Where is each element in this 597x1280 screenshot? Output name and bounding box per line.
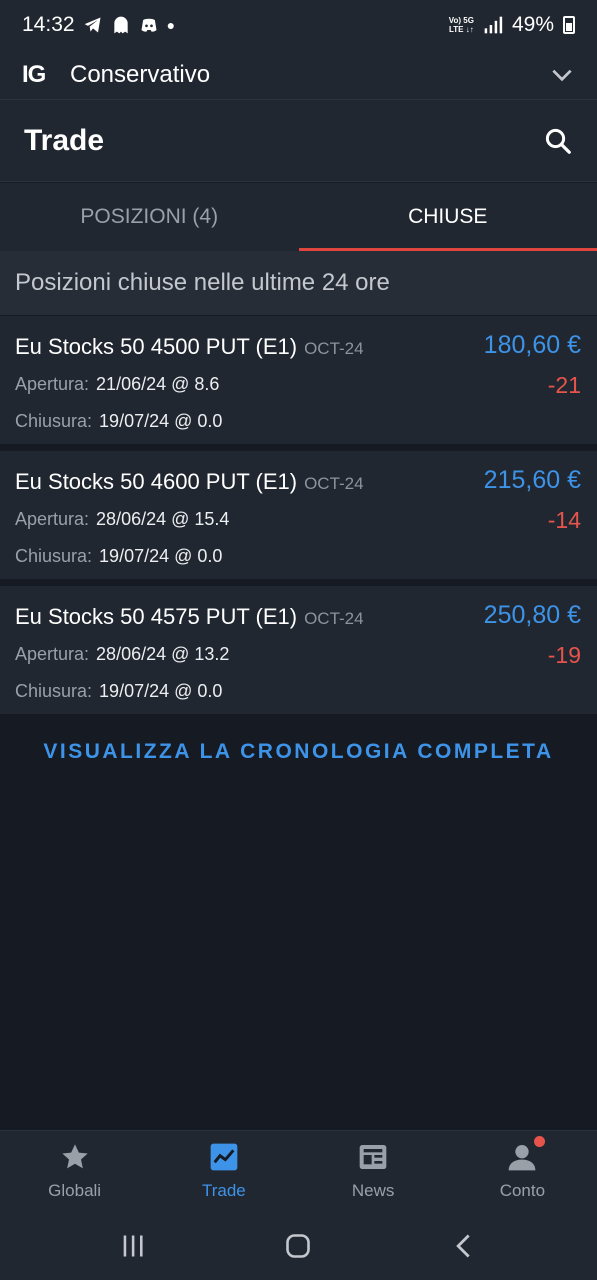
position-pl: -21: [547, 372, 581, 398]
position-name: Eu Stocks 50 4600 PUT (E1): [15, 469, 298, 494]
ghost-app-icon: [113, 16, 128, 34]
account-selector[interactable]: IG Conservativo: [0, 50, 597, 100]
nav-item-globali[interactable]: Globali: [0, 1131, 149, 1212]
nav-label: News: [351, 1181, 395, 1200]
nav-label: Trade: [201, 1181, 246, 1200]
position-price: 180,60 €: [483, 331, 581, 359]
nav-item-news[interactable]: News: [299, 1131, 448, 1212]
battery-percent: 49%: [511, 13, 554, 36]
position-name: Eu Stocks 50 4500 PUT (E1): [15, 334, 298, 359]
chart-icon: [210, 1143, 238, 1171]
position-close-row: Chiusura: 19/07/24 @ 0.0: [15, 681, 222, 702]
close-value: 19/07/24 @ 0.0: [99, 681, 223, 701]
position-title-row: Eu Stocks 50 4575 PUT (E1) OCT-24: [15, 604, 364, 630]
position-title-row: Eu Stocks 50 4500 PUT (E1) OCT-24: [15, 334, 364, 360]
nav-item-conto[interactable]: Conto: [448, 1131, 597, 1212]
system-navigation: [0, 1212, 597, 1280]
close-label: Chiusura:: [15, 546, 93, 566]
home-icon[interactable]: [284, 1232, 312, 1260]
position-title-row: Eu Stocks 50 4600 PUT (E1) OCT-24: [15, 469, 364, 495]
position-expiry: OCT-24: [304, 609, 364, 628]
close-label: Chiusura:: [15, 681, 93, 701]
discord-icon: [141, 18, 157, 32]
position-open-row: Apertura: 21/06/24 @ 8.6: [15, 374, 219, 395]
network-top-label: Vo) 5G: [448, 16, 474, 25]
position-open-row: Apertura: 28/06/24 @ 13.2: [15, 644, 229, 665]
position-price: 215,60 €: [483, 466, 581, 494]
open-label: Apertura:: [15, 509, 90, 529]
ig-logo: IG: [22, 60, 46, 88]
nav-label: Conto: [499, 1181, 546, 1200]
nav-item-trade[interactable]: Trade: [149, 1131, 298, 1212]
position-expiry: OCT-24: [304, 339, 364, 358]
notification-badge: [533, 1136, 545, 1147]
bottom-navigation: Globali Trade News Conto: [0, 1130, 597, 1212]
account-icon: [509, 1145, 536, 1171]
tab-chiuse[interactable]: CHIUSE: [298, 183, 597, 251]
page-header: Trade: [0, 100, 597, 182]
telegram-icon: [84, 17, 101, 33]
position-name: Eu Stocks 50 4575 PUT (E1): [15, 604, 298, 629]
close-label: Chiusura:: [15, 411, 93, 431]
signal-icon: [484, 16, 503, 34]
open-label: Apertura:: [15, 644, 90, 664]
network-indicator: Vo) 5G LTE ↓↑: [449, 16, 474, 34]
position-expiry: OCT-24: [304, 474, 364, 493]
position-tabs: POSIZIONI (4) CHIUSE: [0, 183, 597, 251]
battery-icon: [563, 16, 575, 34]
search-icon[interactable]: [543, 126, 573, 156]
recent-apps-icon[interactable]: [119, 1232, 147, 1260]
tab-posizioni[interactable]: POSIZIONI (4): [0, 183, 299, 251]
network-bottom-label: LTE ↓↑: [449, 25, 474, 34]
status-left: 14:32 ●: [22, 13, 175, 37]
section-title: Posizioni chiuse nelle ultime 24 ore: [0, 251, 597, 315]
close-value: 19/07/24 @ 0.0: [99, 546, 223, 566]
full-history-link[interactable]: VISUALIZZA LA CRONOLOGIA COMPLETA: [0, 740, 597, 764]
star-icon: [61, 1144, 88, 1169]
position-open-row: Apertura: 28/06/24 @ 15.4: [15, 509, 229, 530]
status-bar: 14:32 ● Vo) 5G LTE ↓↑ 49%: [0, 0, 597, 50]
notification-dot-icon: ●: [166, 17, 176, 33]
position-close-row: Chiusura: 19/07/24 @ 0.0: [15, 546, 222, 567]
open-value: 28/06/24 @ 13.2: [96, 644, 230, 664]
nav-label: Globali: [48, 1181, 102, 1200]
back-icon[interactable]: [450, 1232, 478, 1260]
status-right: Vo) 5G LTE ↓↑ 49%: [449, 13, 575, 37]
open-value: 21/06/24 @ 8.6: [96, 374, 220, 394]
open-value: 28/06/24 @ 15.4: [96, 509, 230, 529]
account-name: Conservativo: [70, 60, 211, 88]
page-title: Trade: [24, 123, 105, 157]
chevron-down-icon[interactable]: [549, 62, 575, 88]
position-pl: -19: [547, 642, 581, 668]
position-pl: -14: [547, 507, 581, 533]
position-price: 250,80 €: [483, 601, 581, 629]
closed-position-card[interactable]: Eu Stocks 50 4600 PUT (E1) OCT-24 215,60…: [0, 451, 597, 579]
newspaper-icon: [359, 1145, 387, 1169]
close-value: 19/07/24 @ 0.0: [99, 411, 223, 431]
open-label: Apertura:: [15, 374, 90, 394]
closed-position-card[interactable]: Eu Stocks 50 4500 PUT (E1) OCT-24 180,60…: [0, 316, 597, 444]
status-time: 14:32: [22, 13, 75, 36]
position-close-row: Chiusura: 19/07/24 @ 0.0: [15, 411, 222, 432]
closed-position-card[interactable]: Eu Stocks 50 4575 PUT (E1) OCT-24 250,80…: [0, 586, 597, 714]
